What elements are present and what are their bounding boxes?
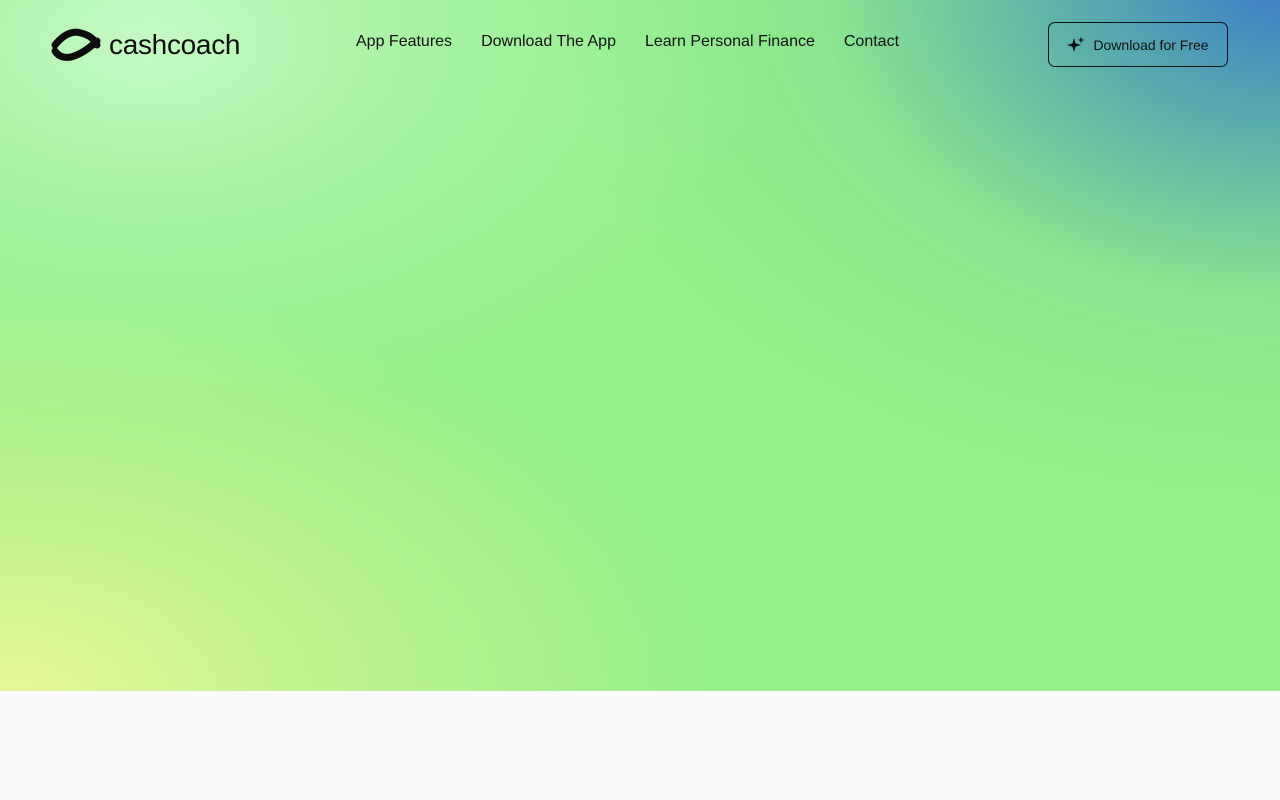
top-navigation: cashcoach App Features Download The App … [0, 0, 1280, 90]
download-for-free-button[interactable]: Download for Free [1048, 22, 1228, 67]
nav-link-learn-personal-finance[interactable]: Learn Personal Finance [645, 31, 815, 53]
nav-link-app-features[interactable]: App Features [356, 31, 452, 53]
nav-link-download-the-app[interactable]: Download The App [481, 31, 616, 53]
brand-name: cashcoach [109, 29, 241, 60]
sparkle-icon [1067, 36, 1085, 52]
hero-gradient-yellow-glow [0, 0, 1280, 691]
brand-logo-link[interactable]: cashcoach [50, 26, 240, 64]
main-menu: App Features Download The App Learn Pers… [356, 31, 899, 53]
cashcoach-s-mark-icon [51, 28, 101, 61]
download-for-free-label: Download for Free [1093, 36, 1209, 53]
nav-link-contact[interactable]: Contact [844, 31, 899, 53]
hero-gradient-background [0, 0, 1280, 691]
page-lower-section [0, 691, 1280, 800]
